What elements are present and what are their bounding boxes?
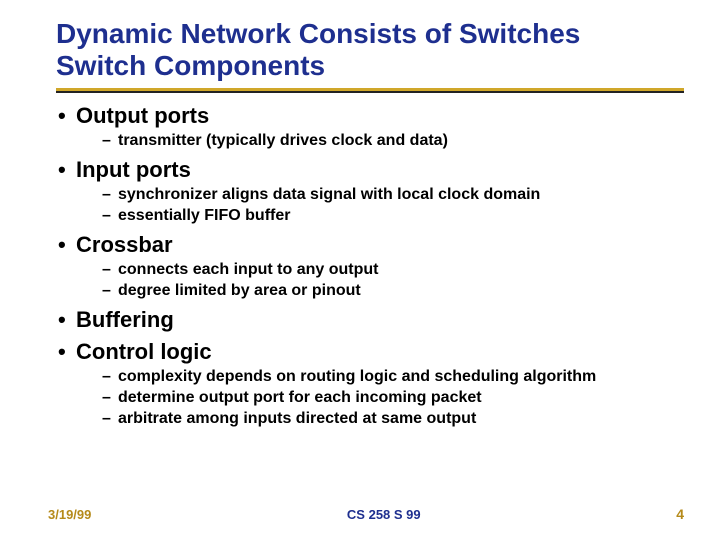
slide: Dynamic Network Consists of Switches Swi… bbox=[0, 0, 720, 540]
divider-dark bbox=[56, 91, 684, 93]
subbullet: determine output port for each incoming … bbox=[62, 388, 684, 408]
subbullet: degree limited by area or pinout bbox=[62, 281, 684, 301]
subbullet: essentially FIFO buffer bbox=[62, 206, 684, 226]
title-line-1: Dynamic Network Consists of Switches bbox=[56, 18, 580, 49]
bullet-output-ports: Output ports bbox=[62, 103, 684, 129]
subbullet: synchronizer aligns data signal with loc… bbox=[62, 185, 684, 205]
bullet-input-ports: Input ports bbox=[62, 157, 684, 183]
title-line-2: Switch Components bbox=[56, 50, 325, 81]
bullet-crossbar: Crossbar bbox=[62, 232, 684, 258]
subbullet: complexity depends on routing logic and … bbox=[62, 367, 684, 387]
bullet-control-logic: Control logic bbox=[62, 339, 684, 365]
slide-title: Dynamic Network Consists of Switches Swi… bbox=[56, 18, 684, 82]
slide-body: Output ports transmitter (typically driv… bbox=[56, 103, 684, 429]
footer-page-number: 4 bbox=[676, 506, 684, 522]
footer-course: CS 258 S 99 bbox=[347, 507, 421, 522]
slide-footer: 3/19/99 CS 258 S 99 4 bbox=[0, 506, 720, 522]
bullet-buffering: Buffering bbox=[62, 307, 684, 333]
subbullet: transmitter (typically drives clock and … bbox=[62, 131, 684, 151]
subbullet: arbitrate among inputs directed at same … bbox=[62, 409, 684, 429]
footer-date: 3/19/99 bbox=[48, 507, 91, 522]
subbullet: connects each input to any output bbox=[62, 260, 684, 280]
